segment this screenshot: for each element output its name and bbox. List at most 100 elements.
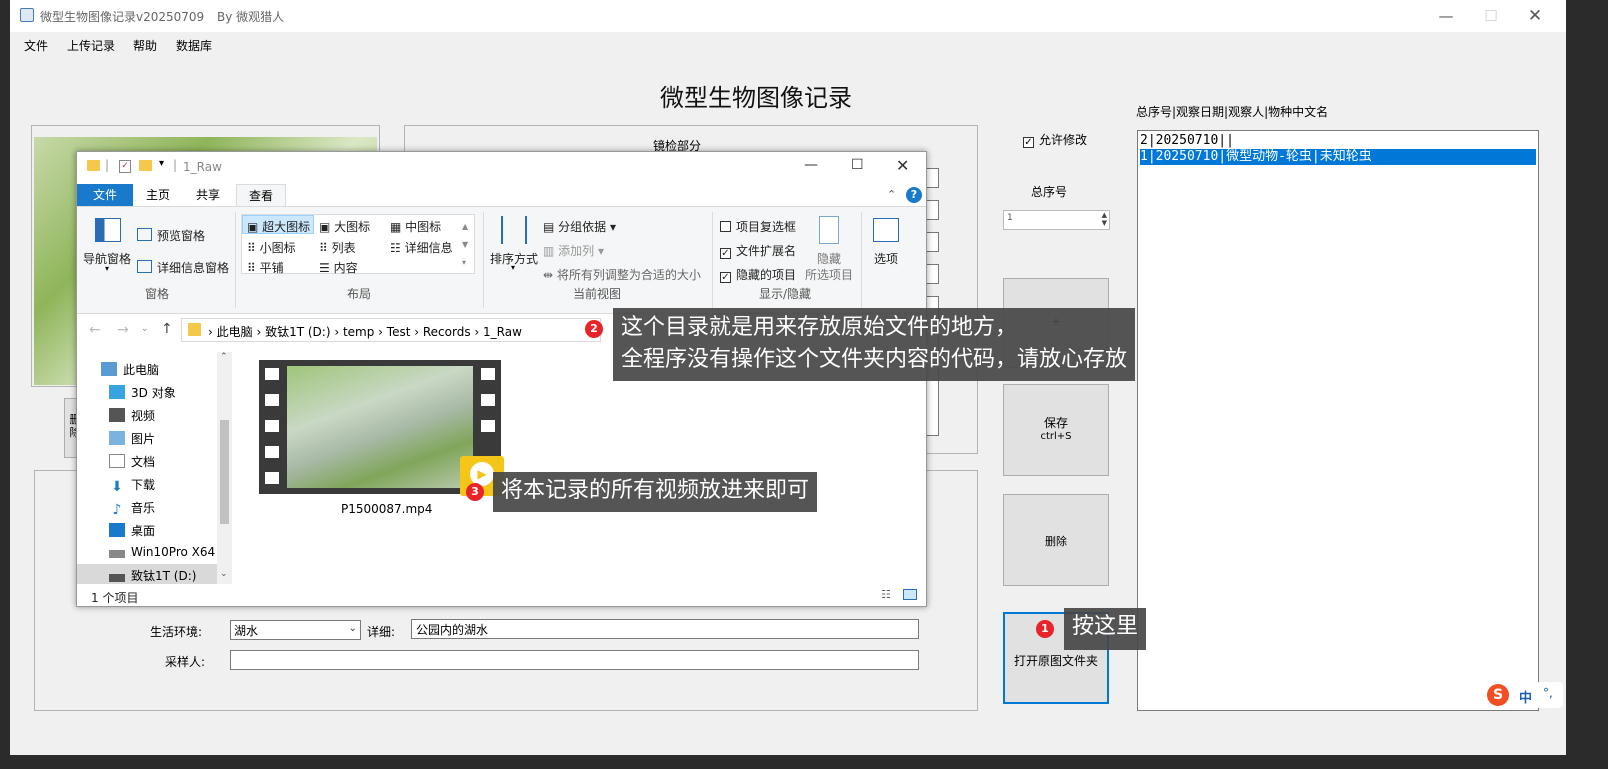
separator — [712, 212, 713, 308]
minimize-icon[interactable]: — — [1436, 6, 1456, 26]
menu-file[interactable]: 文件 — [24, 37, 48, 54]
layout-content[interactable]: ☰ 内容 — [319, 259, 358, 276]
fit-columns-button[interactable]: ⇹ 将所有列调整为合适的大小 — [543, 266, 701, 283]
save-button[interactable]: 保存 ctrl+S — [1003, 384, 1109, 476]
layout-tiles[interactable]: ⠿ 平铺 — [247, 259, 284, 276]
ime-indicator[interactable]: S 中 °, — [1483, 682, 1563, 708]
crumb-temp[interactable]: temp — [343, 325, 374, 339]
nav-item-this-pc[interactable]: 此电脑 — [101, 361, 159, 378]
music-icon: ♪ — [112, 502, 122, 518]
hide-selected-label-1[interactable]: 隐藏 — [817, 250, 841, 267]
separator — [861, 212, 862, 308]
list-item[interactable]: 2|20250710|| — [1140, 133, 1536, 149]
recent-icon[interactable]: ⌄ — [141, 324, 149, 334]
tab-view[interactable]: 查看 — [236, 184, 286, 206]
env-label: 生活环境: — [150, 625, 203, 639]
collector-input[interactable] — [230, 650, 919, 670]
preview-pane-button[interactable]: 预览窗格 — [157, 227, 205, 244]
layout-xl-icons[interactable]: ▣ 超大图标 — [247, 218, 310, 235]
maximize-icon[interactable]: ☐ — [1481, 6, 1501, 26]
add-column-button[interactable]: ▥ 添加列 ▾ — [543, 242, 604, 259]
crumb-raw[interactable]: 1_Raw — [483, 325, 522, 339]
layout-content-label: 内容 — [333, 261, 358, 275]
nav-scroll-thumb[interactable] — [220, 420, 229, 524]
detail-label: 详细: — [367, 625, 396, 639]
ex-minimize-icon[interactable]: — — [804, 157, 818, 173]
list-item-selected[interactable]: 1|20250710|微型动物-轮虫|未知轮虫 — [1140, 149, 1536, 165]
nav-item-c-drive[interactable]: Win10Pro X64 ( — [109, 545, 224, 559]
allow-edit-checkbox[interactable]: ✓ 允许修改 — [1023, 131, 1087, 148]
layout-large-icons[interactable]: ▣ 大图标 — [319, 218, 370, 235]
film-hole — [481, 368, 495, 380]
layout-details[interactable]: ☷ 详细信息 — [390, 239, 453, 256]
menu-bar: 文件 上传记录 帮助 数据库 — [10, 32, 1566, 56]
delete-button[interactable]: 删除 — [1003, 494, 1109, 586]
up-icon[interactable]: ↑ — [161, 321, 173, 337]
ex-close-icon[interactable]: ✕ — [896, 156, 909, 175]
menu-upload-records[interactable]: 上传记录 — [67, 37, 115, 54]
help-icon[interactable]: ? — [906, 187, 922, 203]
file-ext-toggle[interactable]: ✓ 文件扩展名 — [720, 242, 796, 259]
layout-list-label: 列表 — [331, 241, 356, 255]
crumb-records[interactable]: Records — [423, 325, 471, 339]
detail-input[interactable]: 公园内的湖水 — [411, 619, 919, 639]
film-hole — [265, 472, 279, 484]
nav-scrollbar[interactable]: ⌃ ⌄ — [217, 352, 232, 584]
hide-selected-label-2[interactable]: 所选项目 — [805, 266, 853, 283]
nav-item-documents[interactable]: 文档 — [109, 453, 155, 470]
details-view-icon[interactable]: ☷ — [881, 588, 891, 601]
menu-help[interactable]: 帮助 — [133, 37, 157, 54]
item-checkbox-label: 项目复选框 — [736, 220, 797, 234]
separator — [235, 212, 236, 308]
qat-dropdown-icon[interactable]: ▾ — [159, 158, 164, 169]
layout-small-icons[interactable]: ⠿ 小图标 — [247, 239, 296, 256]
hidden-items-check-icon: ✓ — [720, 272, 731, 283]
spinner-arrows-icon[interactable]: ▲ ▼ — [1102, 211, 1107, 227]
nav-item-desktop[interactable]: 桌面 — [109, 522, 155, 539]
menu-database[interactable]: 数据库 — [176, 37, 212, 54]
details-pane-button[interactable]: 详细信息窗格 — [157, 259, 229, 276]
ime-punct: °, — [1543, 686, 1553, 700]
crumb-drive[interactable]: 致钛1T (D:) — [265, 325, 330, 339]
close-icon[interactable]: ✕ — [1525, 6, 1545, 26]
group-by-button[interactable]: ▤ 分组依据 ▾ — [543, 218, 616, 235]
back-icon[interactable]: ← — [89, 322, 101, 338]
ex-maximize-icon[interactable]: ☐ — [851, 157, 864, 173]
gallery-scroll-icon[interactable]: ▲ ▼ ▾ — [462, 218, 468, 272]
serial-spinner[interactable]: 1 ▲ ▼ — [1003, 210, 1110, 230]
video-frame-image — [287, 366, 473, 488]
nav-item-downloads[interactable]: ⬇ 下载 — [109, 476, 155, 494]
fit-columns-label: 将所有列调整为合适的大小 — [556, 268, 701, 282]
nav-item-pictures[interactable]: 图片 — [109, 430, 155, 447]
save-label: 保存 — [1043, 416, 1068, 430]
large-icons-view-icon[interactable] — [903, 589, 917, 600]
tab-file[interactable]: 文件 — [77, 184, 133, 206]
tab-share[interactable]: 共享 — [185, 184, 231, 206]
forward-icon[interactable]: → — [117, 322, 129, 338]
tab-home[interactable]: 主页 — [135, 184, 181, 206]
env-select[interactable]: 湖水 ⌄ — [230, 620, 361, 640]
nav-item-music[interactable]: ♪ 音乐 — [109, 499, 155, 517]
current-view-section-label: 当前视图 — [573, 287, 622, 301]
layout-list[interactable]: ⠿ 列表 — [319, 239, 356, 256]
nav-item-videos[interactable]: 视频 — [109, 407, 155, 424]
show-hide-section-label: 显示/隐藏 — [759, 287, 812, 301]
layout-medium-icons[interactable]: ▦ 中图标 — [390, 218, 441, 235]
ribbon-collapse-icon[interactable]: ⌃ — [887, 188, 896, 201]
new-folder-icon[interactable] — [139, 160, 152, 171]
file-name[interactable]: P1500087.mp4 — [341, 502, 432, 516]
layout-section-label: 布局 — [347, 287, 372, 301]
nav-item-d-drive[interactable]: 致钛1T (D:) — [77, 564, 217, 584]
item-checkbox-toggle[interactable]: 项目复选框 — [720, 218, 796, 235]
breadcrumb[interactable]: › 此电脑 › 致钛1T (D:) › temp › Test › Record… — [181, 318, 601, 342]
hidden-items-toggle[interactable]: ✓ 隐藏的项目 — [720, 266, 796, 283]
records-list[interactable]: 2|20250710|| 1|20250710|微型动物-轮虫|未知轮虫 — [1137, 130, 1539, 711]
properties-icon[interactable]: ✓ — [119, 160, 131, 173]
separator — [483, 212, 484, 308]
crumb-pc[interactable]: 此电脑 — [217, 325, 253, 339]
nav-item-3d[interactable]: 3D 对象 — [109, 384, 176, 401]
options-button[interactable]: 选项 — [874, 250, 898, 267]
film-hole — [265, 394, 279, 406]
crumb-test[interactable]: Test — [387, 325, 411, 339]
video-icon — [109, 408, 125, 422]
